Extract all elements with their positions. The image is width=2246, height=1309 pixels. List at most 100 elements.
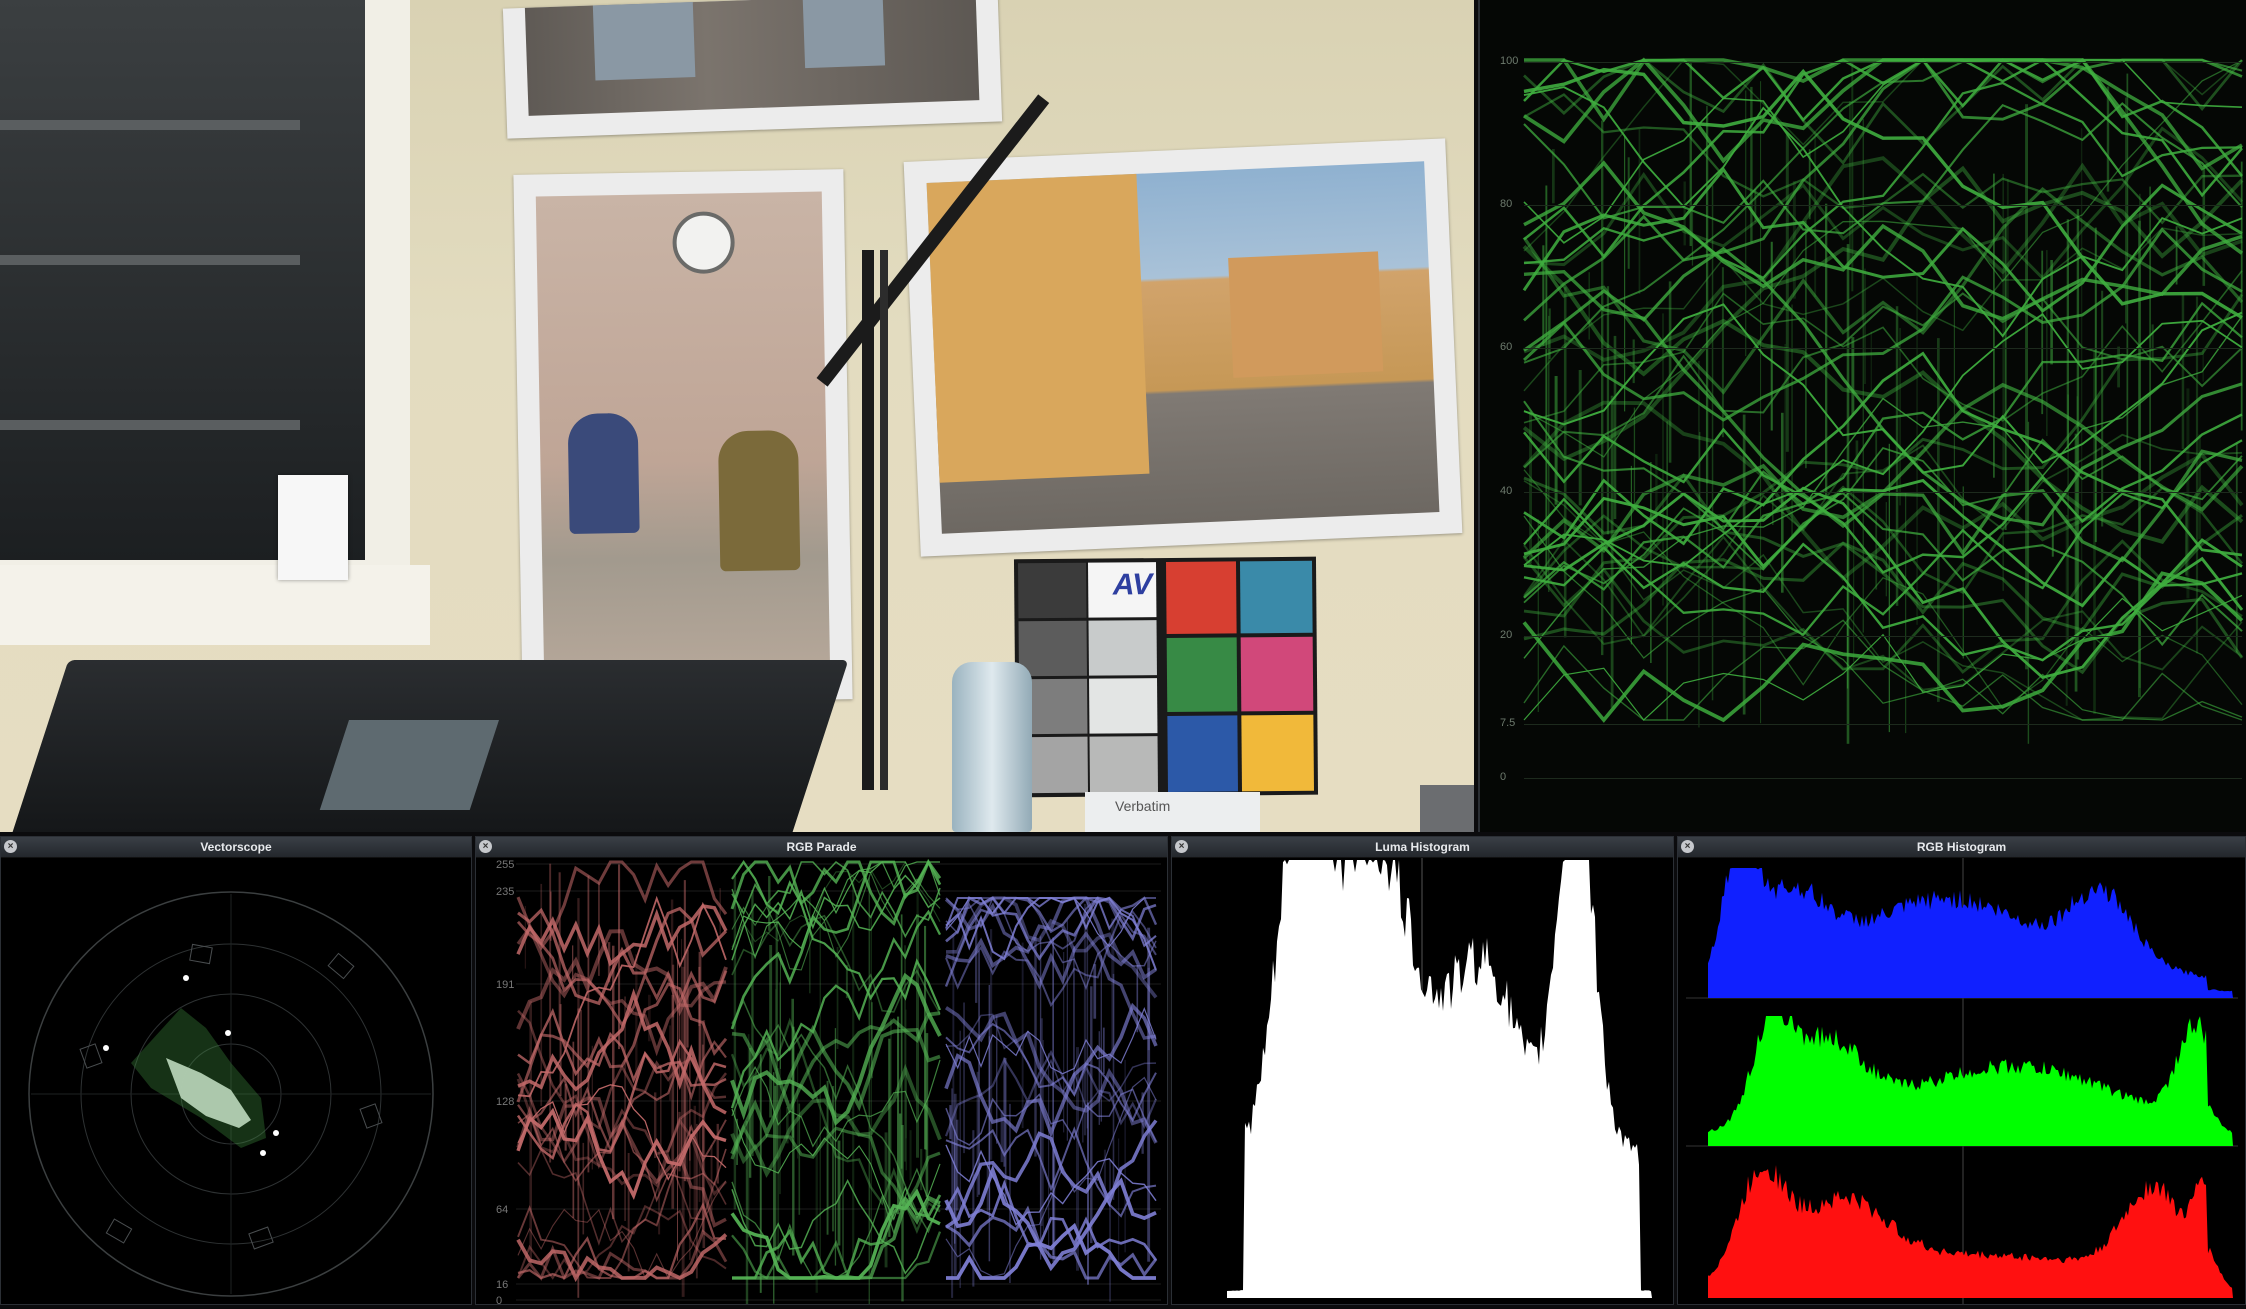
waveform-trace [1548,315,1550,592]
vectorscope-panel[interactable]: × Vectorscope [0,836,472,1305]
waveform-trace [1864,268,1866,384]
parade-blue-trace [1003,1057,1006,1167]
tape-label: Verbatim [1115,798,1171,814]
waveform-trace [1791,304,1793,538]
parade-green-trace [845,965,848,999]
parade-blue-trace [1082,1069,1084,1143]
parade-red-trace [635,954,638,1091]
waveform-trace [1689,63,1692,246]
grid-line [1524,62,2242,63]
waveform-trace [1624,135,1626,412]
video-viewer[interactable]: AV Verbatim [0,0,1474,832]
waveform-trace [2138,220,2141,698]
photo-two-women [513,169,853,705]
parade-green-trace [809,895,811,994]
waveform-trace [1742,414,1746,715]
parade-red-trace [529,1001,532,1264]
gray-patch [1018,620,1087,677]
shelf-plank [0,420,300,430]
shelf-plank [0,120,300,130]
parade-blue-trace [1109,1160,1111,1302]
waveform-trace [1554,376,1558,505]
mixer-display [319,720,499,810]
color-checker-chart: AV [1013,556,1319,798]
parade-red-trace [559,1004,562,1096]
parade-green-trace [768,876,771,931]
waveform-trace [2106,86,2110,192]
waveform-trace [1849,101,1851,261]
luma-histogram-panel[interactable]: × Luma Histogram [1171,836,1674,1305]
parade-green-trace [798,1103,801,1215]
parade-blue-trace [1040,1018,1043,1226]
parade-red-trace [618,864,621,1050]
waveform-trace [1760,81,1762,724]
waveform-trace [1666,421,1668,720]
waveform-plot [1522,57,2244,744]
close-icon[interactable]: × [1681,840,1694,853]
waveform-trace [1563,287,1567,638]
luma-histogram-svg [1227,858,1652,1298]
waveform-trace [1862,118,1864,633]
parade-red-trace [648,994,651,1042]
parade-red-trace [587,875,590,1173]
parade-green-trace [780,954,781,1069]
parade-blue-trace [976,1071,979,1197]
close-icon[interactable]: × [4,840,17,853]
window-shutter [592,2,696,81]
waveform-trace [1785,134,1789,452]
waveform-trace [2093,351,2096,715]
person [717,429,801,572]
waveform-trace [1601,120,1604,656]
parade-red-trace [658,1150,661,1235]
parade-blue-trace [1087,1102,1089,1285]
parade-blue-trace [1093,964,1097,1019]
parade-green-trace [836,947,839,1049]
parade-blue-trace [1124,1059,1126,1253]
waveform-trace [1855,440,1859,483]
waveform-trace [1721,267,1724,438]
waveform-trace [1993,173,1995,478]
close-icon[interactable]: × [1175,840,1188,853]
parade-red-trace [701,1044,704,1232]
rgb-parade-panel[interactable]: × RGB Parade 255 235 191 128 64 16 0 [475,836,1168,1308]
parade-blue-trace [1052,1148,1056,1262]
parade-blue-trace [1063,952,1065,1133]
rgb-histogram-panel[interactable]: × RGB Histogram [1677,836,2246,1305]
waveform-trace [1655,453,1658,525]
waveform-trace [1916,275,1918,625]
green-patch [1166,637,1238,712]
vectorscope-title-bar: × Vectorscope [1,837,471,858]
close-icon[interactable]: × [479,840,492,853]
parade-red-trace [693,1105,696,1218]
parade-green-trace [759,1054,762,1293]
parade-blue-trace [1048,1053,1050,1258]
waveform-trace [2198,434,2201,540]
parade-blue-trace [1021,942,1024,1129]
red-patch [1165,561,1237,634]
parade-green-trace [832,1086,835,1232]
parade-red-trace [660,1064,662,1149]
waveform-trace [1770,241,1773,431]
parade-blue-trace [990,929,993,1160]
parade-green-trace [870,917,872,1272]
waveform-trace [2117,346,2120,388]
parade-blue-trace [1076,1047,1079,1271]
parade-green-trace [884,1132,888,1268]
waveform-trace [1537,519,1539,712]
waveform-trace [1662,313,1664,606]
cyan-patch [1239,560,1313,634]
waveform-trace [2235,443,2238,653]
parade-blue-trace [978,950,980,1195]
white-box [278,475,348,580]
parade-blue-trace [1042,1040,1044,1234]
parade-green-trace [916,914,919,1158]
waveform-trace [1606,286,1610,535]
histogram-channel [1708,1165,2233,1298]
waveform-trace [2051,509,2054,557]
parade-blue-trace [959,1030,961,1288]
chart-brand-text: AV [1112,568,1153,602]
waveform-trace [2185,502,2188,576]
waveform-trace [1808,149,1811,220]
waveform-trace [1875,427,1878,590]
luma-waveform-monitor[interactable]: 100 80 60 40 20 7.5 0 [1478,0,2246,832]
